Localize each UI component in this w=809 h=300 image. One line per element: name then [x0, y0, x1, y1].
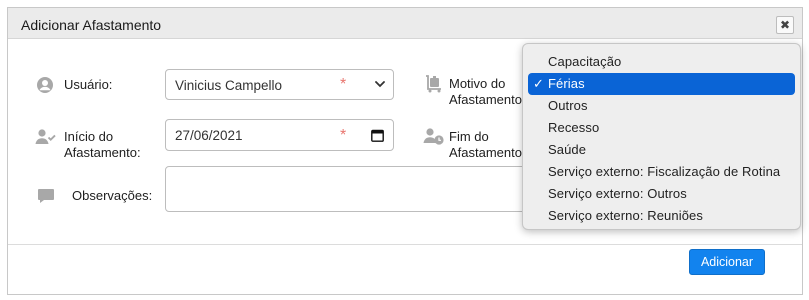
- motivo-label-line1: Motivo do: [449, 76, 506, 91]
- footer-divider: [8, 244, 802, 245]
- option-recesso[interactable]: Recesso: [523, 117, 800, 139]
- dialog-titlebar: Adicionar Afastamento ✖: [8, 8, 802, 39]
- user-clock-icon: [423, 128, 444, 145]
- option-servico-externo-reunioes[interactable]: Serviço externo: Reuniões: [523, 205, 800, 227]
- motivo-label-line2: Afastamento:: [449, 92, 526, 107]
- option-capacitacao[interactable]: Capacitação: [523, 51, 800, 73]
- adicionar-button[interactable]: Adicionar: [689, 249, 765, 275]
- required-asterisk: *: [340, 76, 347, 93]
- close-icon: ✖: [779, 18, 791, 32]
- option-ferias[interactable]: ✓ Férias: [528, 73, 795, 95]
- usuario-value: Vinicius Campello: [175, 78, 283, 93]
- inicio-label-line2: Afastamento:: [64, 145, 141, 160]
- option-servico-externo-fiscalizacao[interactable]: Serviço externo: Fiscalização de Rotina: [523, 161, 800, 183]
- observacoes-label: Observações:: [72, 188, 153, 203]
- usuario-label: Usuário:: [64, 77, 113, 92]
- close-button[interactable]: ✖: [776, 16, 794, 34]
- chevron-down-icon: [375, 81, 385, 88]
- luggage-cart-icon: [426, 75, 441, 93]
- user-circle-icon: [37, 77, 53, 93]
- required-asterisk: *: [340, 127, 347, 144]
- option-outros[interactable]: Outros: [523, 95, 800, 117]
- option-saude[interactable]: Saúde: [523, 139, 800, 161]
- fim-label-line2: Afastamento:: [449, 145, 526, 160]
- fim-label-line1: Fim do: [449, 129, 489, 144]
- comment-icon: [38, 189, 54, 203]
- inicio-value: 27/06/2021: [175, 128, 243, 143]
- inicio-label-line1: Início do: [64, 129, 114, 144]
- checkmark-icon: ✓: [533, 76, 544, 91]
- observacoes-textarea[interactable]: [165, 166, 535, 212]
- inicio-date-input[interactable]: 27/06/2021 *: [165, 119, 394, 151]
- calendar-icon[interactable]: [371, 129, 384, 142]
- usuario-select[interactable]: Vinicius Campello *: [165, 69, 394, 100]
- motivo-dropdown-list[interactable]: Capacitação ✓ Férias Outros Recesso Saúd…: [522, 43, 801, 230]
- dialog-title: Adicionar Afastamento: [21, 17, 162, 33]
- user-check-icon: [35, 129, 56, 144]
- option-servico-externo-outros[interactable]: Serviço externo: Outros: [523, 183, 800, 205]
